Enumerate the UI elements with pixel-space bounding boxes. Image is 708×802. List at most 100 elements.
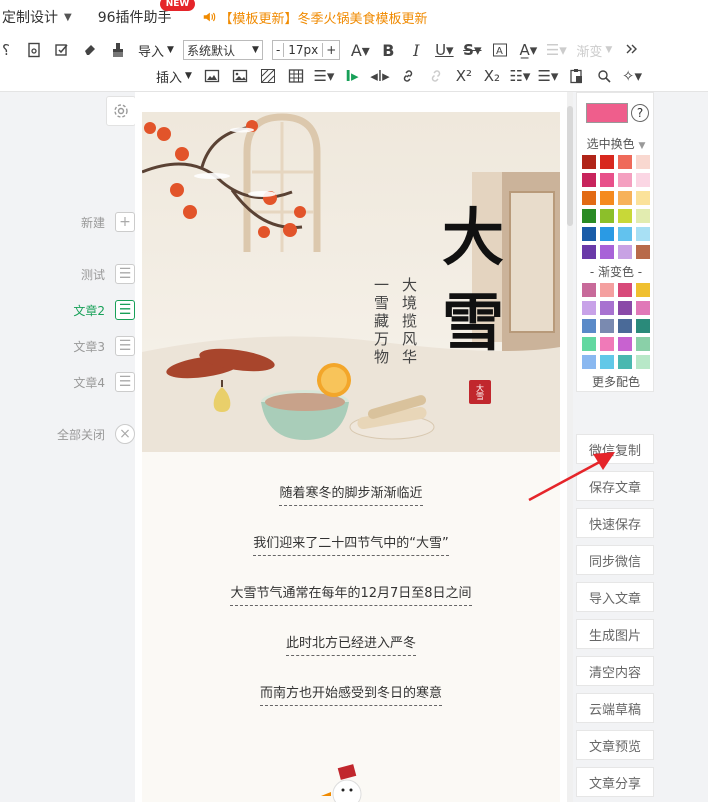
gradient-swatch-15[interactable]	[618, 337, 632, 351]
sync-wechat-button[interactable]: 同步微信	[576, 545, 654, 575]
color-swatch-22[interactable]	[600, 245, 614, 259]
italic-icon[interactable]: I	[404, 38, 428, 62]
image-icon[interactable]	[200, 64, 224, 88]
format-painter-icon[interactable]: ⸮	[0, 38, 18, 62]
color-swatch-13[interactable]	[582, 209, 596, 223]
color-swatch-6[interactable]	[600, 173, 614, 187]
bold-icon[interactable]: B	[376, 38, 400, 62]
nav-close-all[interactable]: 全部关闭 ×	[57, 424, 135, 444]
article-line-4[interactable]: 此时北方已经进入严冬	[285, 632, 416, 656]
color-swatch-3[interactable]	[618, 155, 632, 169]
plugin-helper-link[interactable]: 96插件助手 NEW	[98, 0, 196, 27]
color-swatch-24[interactable]	[636, 245, 650, 259]
nav-article-2[interactable]: 文章2 ☰	[73, 300, 135, 320]
article-line-1[interactable]: 随着寒冬的脚步渐渐临近	[279, 482, 423, 506]
table-icon[interactable]	[284, 64, 308, 88]
font-size-decrease-button[interactable]: -	[273, 43, 283, 57]
font-color-icon[interactable]: A̲▾	[516, 38, 540, 62]
gradient-swatch-13[interactable]	[582, 337, 596, 351]
color-swatch-2[interactable]	[600, 155, 614, 169]
save-doc-icon[interactable]	[22, 38, 46, 62]
line-height-icon[interactable]: ☰▾	[312, 64, 336, 88]
help-icon[interactable]: ?	[631, 104, 649, 122]
article-line-3[interactable]: 大雪节气通常在每年的12月7日至8日之间	[230, 582, 472, 606]
magic-wand-icon[interactable]: ✧▾	[620, 64, 644, 88]
color-swatch-11[interactable]	[618, 191, 632, 205]
article-share-button[interactable]: 文章分享	[576, 767, 654, 797]
gradient-swatch-6[interactable]	[600, 301, 614, 315]
gradient-swatch-1[interactable]	[582, 283, 596, 297]
brush-icon[interactable]	[106, 38, 130, 62]
color-swatch-10[interactable]	[600, 191, 614, 205]
color-swatch-4[interactable]	[636, 155, 650, 169]
search-replace-icon[interactable]	[592, 64, 616, 88]
import-article-button[interactable]: 导入文章	[576, 582, 654, 612]
gradient-swatch-7[interactable]	[618, 301, 632, 315]
color-swatch-8[interactable]	[636, 173, 650, 187]
color-swatch-7[interactable]	[618, 173, 632, 187]
editor-canvas[interactable]: 大 雪 大境揽风华 一雪藏万物 大雪 随着寒冬的脚步渐渐临近 我们迎来了二十四节…	[135, 92, 567, 802]
gradient-swatch-3[interactable]	[618, 283, 632, 297]
select-recolor-dropdown[interactable]: 选中换色 ▼	[577, 135, 655, 152]
unlink-icon[interactable]	[424, 64, 448, 88]
article-line-2[interactable]: 我们迎来了二十四节气中的“大雪”	[253, 532, 449, 556]
import-dropdown[interactable]: 导入 ▼	[138, 41, 174, 60]
gradient-swatch-19[interactable]	[618, 355, 632, 369]
color-swatch-18[interactable]	[600, 227, 614, 241]
checkbox-edit-icon[interactable]	[50, 38, 74, 62]
color-swatch-16[interactable]	[636, 209, 650, 223]
eraser-icon[interactable]	[78, 38, 102, 62]
font-size-stepper[interactable]: - 17px +	[271, 40, 341, 60]
paste-icon[interactable]	[564, 64, 588, 88]
color-swatch-9[interactable]	[582, 191, 596, 205]
color-swatch-17[interactable]	[582, 227, 596, 241]
font-size-increase-button[interactable]: +	[323, 43, 339, 57]
gradient-swatch-18[interactable]	[600, 355, 614, 369]
cloud-draft-button[interactable]: 云端草稿	[576, 693, 654, 723]
gradient-swatch-12[interactable]	[636, 319, 650, 333]
underline-icon[interactable]: U▾	[432, 38, 456, 62]
gradient-swatch-17[interactable]	[582, 355, 596, 369]
image-gallery-icon[interactable]	[228, 64, 252, 88]
pattern-icon[interactable]	[256, 64, 280, 88]
insert-dropdown[interactable]: 插入 ▼	[156, 67, 192, 86]
superscript-icon[interactable]: X²	[452, 64, 476, 88]
quick-save-button[interactable]: 快速保存	[576, 508, 654, 538]
gradient-swatch-14[interactable]	[600, 337, 614, 351]
template-update-notice[interactable]: 【模板更新】冬季火锅美食模板更新	[202, 8, 428, 27]
font-family-select[interactable]: 系统默认 ▼	[182, 40, 263, 60]
color-swatch-20[interactable]	[636, 227, 650, 241]
article-content[interactable]: 大 雪 大境揽风华 一雪藏万物 大雪 随着寒冬的脚步渐渐临近 我们迎来了二十四节…	[142, 112, 560, 802]
ordered-list-icon[interactable]: ☷▾	[508, 64, 532, 88]
more-colors-link[interactable]: 更多配色	[577, 373, 655, 390]
unordered-list-icon[interactable]: ☰▾	[536, 64, 560, 88]
align-icon[interactable]: ☰▾	[544, 38, 568, 62]
strikethrough-icon[interactable]: S▾	[460, 38, 484, 62]
custom-design-menu[interactable]: 定制设计 ▼	[2, 7, 72, 27]
color-swatch-21[interactable]	[582, 245, 596, 259]
gradient-swatch-2[interactable]	[600, 283, 614, 297]
gradient-swatch-4[interactable]	[636, 283, 650, 297]
more-icon[interactable]	[620, 38, 644, 62]
link-icon[interactable]	[396, 64, 420, 88]
gradient-swatch-10[interactable]	[600, 319, 614, 333]
gradient-swatch-5[interactable]	[582, 301, 596, 315]
article-line-5[interactable]: 而南方也开始感受到冬日的寒意	[259, 682, 442, 706]
color-swatch-12[interactable]	[636, 191, 650, 205]
gradient-swatch-16[interactable]	[636, 337, 650, 351]
nav-article-3[interactable]: 文章3 ☰	[73, 336, 135, 356]
color-swatch-15[interactable]	[618, 209, 632, 223]
nav-article-4[interactable]: 文章4 ☰	[73, 372, 135, 392]
color-swatch-19[interactable]	[618, 227, 632, 241]
subscript-icon[interactable]: X₂	[480, 64, 504, 88]
generate-image-button[interactable]: 生成图片	[576, 619, 654, 649]
color-swatch-1[interactable]	[582, 155, 596, 169]
indent-icon[interactable]: I▸	[340, 64, 364, 88]
gradient-swatch-11[interactable]	[618, 319, 632, 333]
gradient-swatch-8[interactable]	[636, 301, 650, 315]
article-preview-button[interactable]: 文章预览	[576, 730, 654, 760]
color-swatch-5[interactable]	[582, 173, 596, 187]
clear-content-button[interactable]: 清空内容	[576, 656, 654, 686]
letter-spacing-icon[interactable]: ◂I▸	[368, 64, 392, 88]
color-swatch-23[interactable]	[618, 245, 632, 259]
